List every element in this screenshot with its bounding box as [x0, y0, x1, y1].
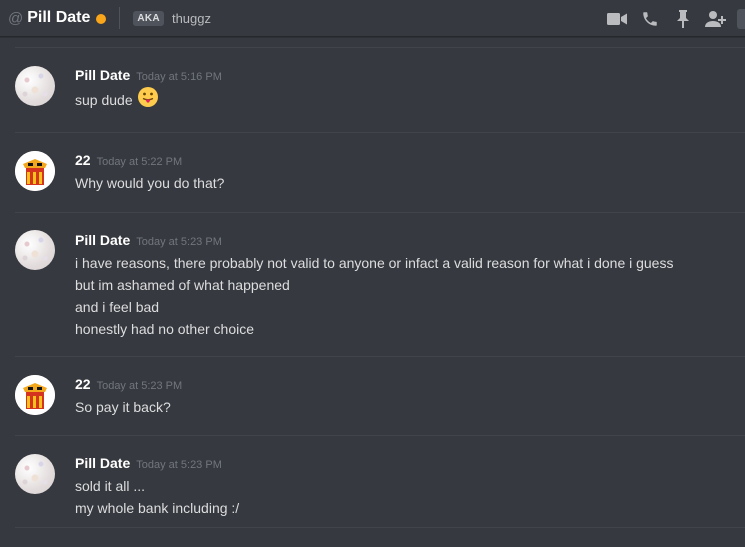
voice-call-icon[interactable] — [638, 7, 662, 31]
aka-badge: AKA — [133, 10, 164, 26]
message-content: sold it all ... my whole bank including … — [75, 475, 239, 519]
at-symbol-icon: @ — [8, 9, 24, 27]
header-divider — [119, 7, 121, 29]
author-name[interactable]: Pill Date — [75, 455, 130, 471]
video-call-icon[interactable] — [605, 7, 629, 31]
22-avatar[interactable] — [15, 375, 55, 415]
message-line: Why would you do that? — [75, 175, 225, 191]
dm-recipient-name[interactable]: Pill Date — [27, 9, 90, 27]
message-group: Pill Date Today at 5:16 PM sup dude — [0, 48, 745, 132]
message-content: So pay it back? — [75, 396, 171, 418]
add-friend-icon[interactable] — [704, 7, 728, 31]
message-timestamp: Today at 5:16 PM — [136, 71, 222, 83]
dm-window: @ Pill Date AKA thuggz Pill Date Today a… — [0, 0, 745, 547]
message-divider — [15, 527, 745, 528]
message-line: sold it all ... — [75, 478, 146, 494]
message-line: but im ashamed of what happened — [75, 277, 290, 293]
tongue-out-emoji[interactable] — [137, 86, 159, 114]
message-group: 22 Today at 5:23 PM So pay it back? — [0, 357, 745, 435]
message-line: i have reasons, there probably not valid… — [75, 255, 674, 271]
message-line: my whole bank including :/ — [75, 500, 240, 516]
message-timestamp: Today at 5:23 PM — [136, 236, 222, 248]
message-author[interactable]: Pill Date Today at 5:23 PM — [75, 232, 222, 248]
author-name[interactable]: Pill Date — [75, 67, 130, 83]
header-toolbar — [605, 0, 745, 37]
message-group: Pill Date Today at 5:23 PM sold it all ..… — [0, 436, 745, 527]
message-author[interactable]: Pill Date Today at 5:23 PM — [75, 455, 222, 471]
message-line: and i feel bad — [75, 299, 160, 315]
message-group: Pill Date Today at 5:23 PM i have reasons… — [0, 213, 745, 356]
message-content: i have reasons, there probably not valid… — [75, 252, 673, 340]
channel-header: @ Pill Date AKA thuggz — [0, 0, 745, 37]
aka-name: thuggz — [171, 10, 211, 26]
message-group: 22 Today at 5:22 PM Why would you do that… — [0, 133, 745, 212]
message-timestamp: Today at 5:22 PM — [96, 156, 183, 168]
pill-avatar[interactable] — [15, 454, 55, 494]
author-name[interactable]: 22 — [75, 376, 91, 392]
pill-avatar[interactable] — [15, 66, 55, 106]
message-content: Why would you do that? — [75, 172, 224, 194]
message-timestamp: Today at 5:23 PM — [96, 380, 183, 392]
message-list: Pill Date Today at 5:16 PM sup dude 22 T… — [0, 37, 745, 547]
message-line: sup dude — [75, 86, 159, 114]
message-line: So pay it back? — [75, 399, 171, 415]
pinned-messages-icon[interactable] — [671, 7, 695, 31]
author-name[interactable]: 22 — [75, 152, 91, 168]
message-content: sup dude — [75, 86, 159, 114]
message-timestamp: Today at 5:23 PM — [136, 459, 222, 471]
message-author[interactable]: 22 Today at 5:22 PM — [75, 152, 182, 168]
author-name[interactable]: Pill Date — [75, 232, 130, 248]
pill-avatar[interactable] — [15, 230, 55, 270]
message-line: honestly had no other choice — [75, 321, 255, 337]
message-author[interactable]: 22 Today at 5:23 PM — [75, 376, 182, 392]
22-avatar[interactable] — [15, 151, 55, 191]
message-author[interactable]: Pill Date Today at 5:16 PM — [75, 67, 222, 83]
search-bar-edge[interactable] — [737, 8, 745, 29]
idle-status-icon — [96, 13, 107, 24]
